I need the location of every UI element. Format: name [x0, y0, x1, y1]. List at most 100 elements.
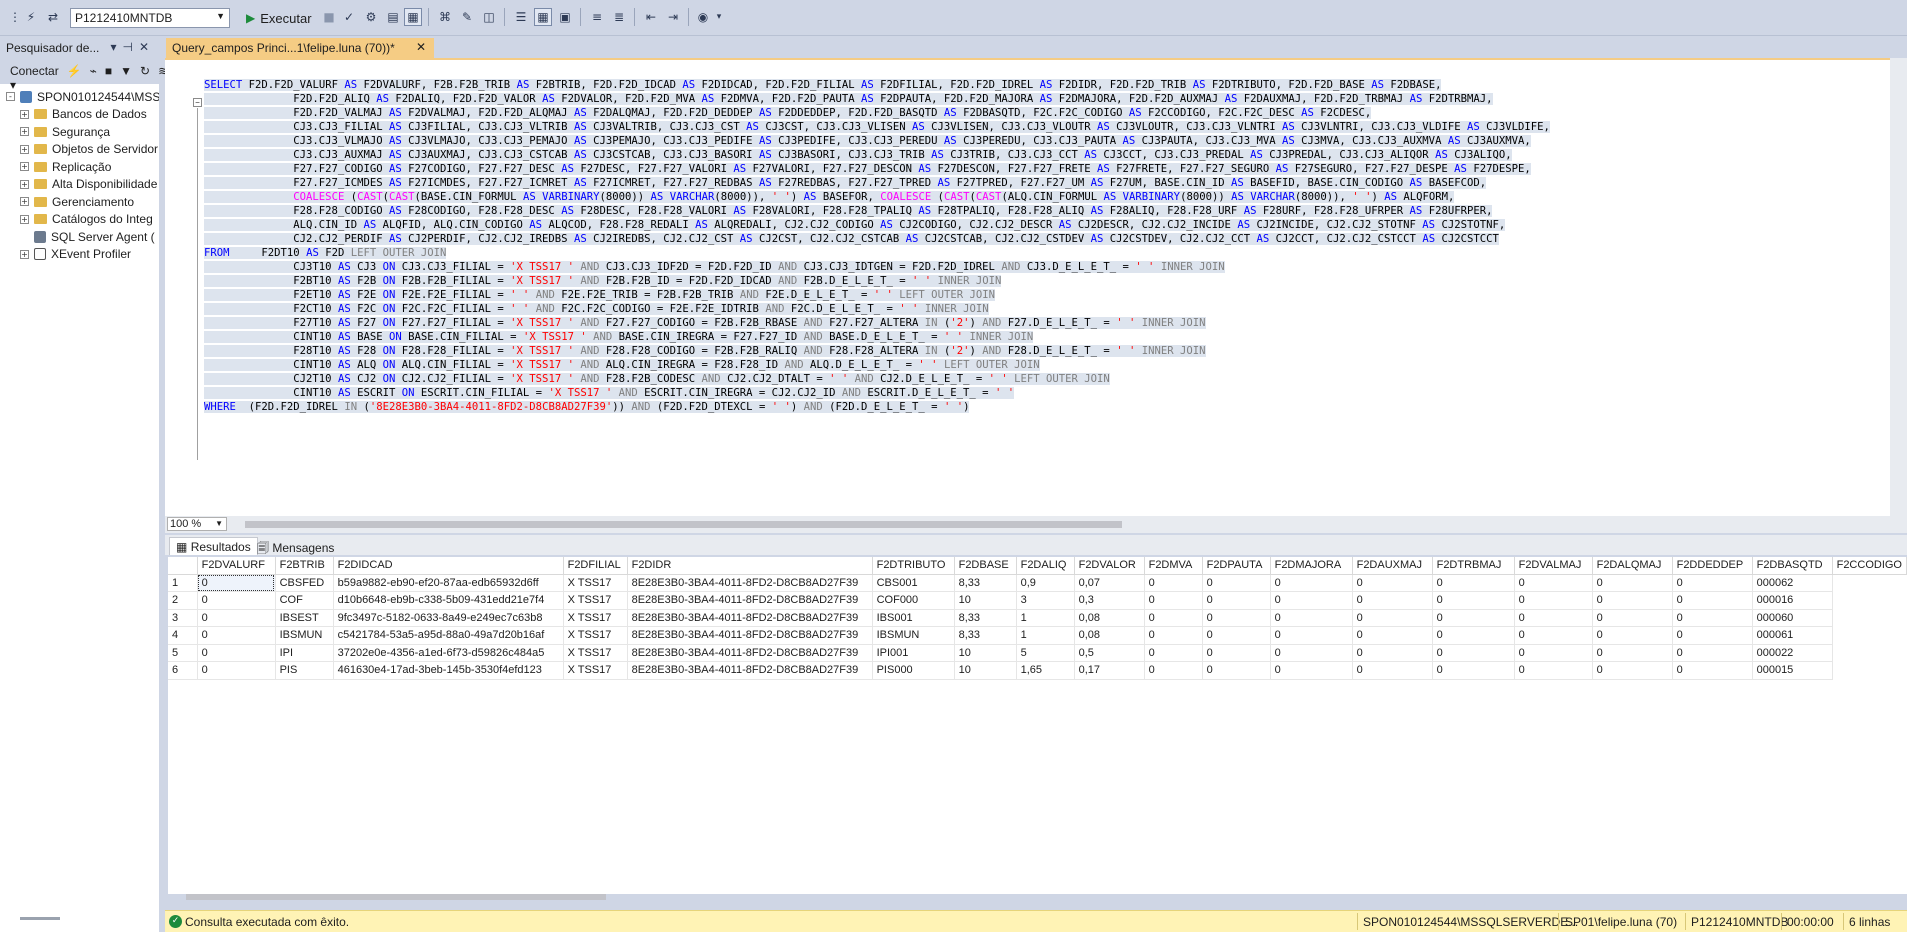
- connect-icon[interactable]: ⚡: [22, 8, 40, 26]
- expand-icon[interactable]: +: [20, 197, 29, 207]
- table-cell[interactable]: 0: [1432, 591, 1515, 610]
- disconnect-icon[interactable]: ⌁: [90, 64, 97, 80]
- query-options-icon[interactable]: ⌘: [436, 8, 454, 26]
- connect-dropdown-button[interactable]: Conectar ▾: [10, 64, 59, 92]
- table-cell[interactable]: 0,08: [1074, 626, 1145, 645]
- tab-messages[interactable]: 🗐 Mensagens: [251, 537, 340, 555]
- table-cell[interactable]: 0: [1432, 626, 1515, 645]
- table-cell[interactable]: 000060: [1752, 609, 1833, 627]
- table-cell[interactable]: 10: [954, 644, 1017, 662]
- code-line[interactable]: CJ2.CJ2_PERDIF AS CJ2PERDIF, CJ2.CJ2_IRE…: [204, 232, 1499, 246]
- table-cell[interactable]: 0: [1144, 574, 1203, 592]
- expand-icon[interactable]: +: [20, 214, 29, 224]
- table-row[interactable]: 6 0 PIS 461630e4-17ad-3beb-145b-3530f4efd12…: [168, 661, 1907, 680]
- table-cell[interactable]: 0: [1672, 609, 1753, 627]
- tree-node[interactable]: + XEvent Profiler: [6, 246, 159, 264]
- code-line[interactable]: F2BT10 AS F2B ON F2B.F2B_FILIAL = 'X TSS…: [204, 274, 1002, 288]
- table-cell[interactable]: 37202e0e-4356-a1ed-6f73-d59826c484a5: [333, 644, 564, 662]
- table-cell[interactable]: 0: [1592, 574, 1673, 592]
- table-cell[interactable]: d10b6648-eb9b-c338-5b09-431edd21e7f4: [333, 591, 564, 610]
- table-cell[interactable]: IBSMUN: [275, 626, 334, 645]
- table-cell[interactable]: 0: [1592, 644, 1673, 662]
- code-line[interactable]: CINT10 AS ALQ ON ALQ.CIN_FILIAL = 'X TSS…: [204, 358, 1040, 372]
- column-header[interactable]: F2BTRIB: [275, 557, 334, 575]
- table-cell[interactable]: 0: [1432, 609, 1515, 627]
- code-line[interactable]: WHERE (F2D.F2D_IDREL IN ('8E28E3B0-3BA4-…: [204, 400, 970, 414]
- row-number[interactable]: 3: [168, 609, 198, 627]
- table-cell[interactable]: 000022: [1752, 644, 1833, 662]
- expand-icon[interactable]: +: [20, 144, 29, 154]
- close-icon[interactable]: ✕: [139, 40, 155, 54]
- tab-query[interactable]: Query_campos Princi...1\felipe.luna (70)…: [166, 38, 434, 58]
- column-header[interactable]: F2DIDR: [627, 557, 873, 575]
- table-cell[interactable]: X TSS17: [563, 626, 628, 645]
- table-cell[interactable]: 0: [1270, 644, 1353, 662]
- table-cell[interactable]: 0: [197, 609, 276, 627]
- table-cell[interactable]: 8,33: [954, 574, 1017, 592]
- debug-icon[interactable]: ⚙: [362, 8, 380, 26]
- table-cell[interactable]: CBSFED: [275, 574, 334, 592]
- table-cell[interactable]: 000062: [1752, 574, 1833, 592]
- collapse-icon[interactable]: -: [6, 92, 15, 102]
- expand-icon[interactable]: +: [20, 162, 29, 172]
- table-cell[interactable]: 0: [1672, 591, 1753, 610]
- table-cell[interactable]: 0,5: [1074, 644, 1145, 662]
- table-cell[interactable]: 0: [1270, 574, 1353, 592]
- table-cell[interactable]: COF000: [872, 591, 955, 610]
- table-cell[interactable]: 0: [1672, 661, 1753, 680]
- code-line[interactable]: F28.F28_CODIGO AS F28CODIGO, F28.F28_DES…: [204, 204, 1493, 218]
- table-cell[interactable]: PIS: [275, 661, 334, 680]
- table-cell[interactable]: 0: [1672, 644, 1753, 662]
- column-header[interactable]: F2DVALMAJ: [1514, 557, 1593, 575]
- column-header[interactable]: F2DALQMAJ: [1592, 557, 1673, 575]
- zoom-select[interactable]: 100 % ▼: [167, 517, 227, 531]
- results-to-grid-icon[interactable]: ▦: [534, 8, 552, 26]
- table-cell[interactable]: 8E28E3B0-3BA4-4011-8FD2-D8CB8AD27F39: [627, 626, 873, 645]
- table-cell[interactable]: 0: [1352, 591, 1433, 610]
- row-number[interactable]: 4: [168, 626, 198, 645]
- change-connection-icon[interactable]: ⇄: [44, 8, 62, 26]
- table-cell[interactable]: 8E28E3B0-3BA4-4011-8FD2-D8CB8AD27F39: [627, 591, 873, 610]
- table-cell[interactable]: 0: [1202, 609, 1271, 627]
- intellisense-icon[interactable]: ✎: [458, 8, 476, 26]
- table-cell[interactable]: 0: [197, 644, 276, 662]
- column-header[interactable]: F2DIDCAD: [333, 557, 564, 575]
- table-cell[interactable]: IPI001: [872, 644, 955, 662]
- results-grid-icon[interactable]: ▦: [404, 8, 422, 26]
- table-cell[interactable]: 0: [1672, 626, 1753, 645]
- code-line[interactable]: CJ3T10 AS CJ3 ON CJ3.CJ3_FILIAL = 'X TSS…: [204, 260, 1225, 274]
- column-header[interactable]: F2DPAUTA: [1202, 557, 1271, 575]
- table-cell[interactable]: COF: [275, 591, 334, 610]
- code-line[interactable]: F2CT10 AS F2C ON F2C.F2C_FILIAL = ' ' AN…: [204, 302, 989, 316]
- comment-icon[interactable]: ≡: [588, 8, 606, 26]
- column-header[interactable]: F2DMAJORA: [1270, 557, 1353, 575]
- tree-node[interactable]: + Segurança: [6, 123, 159, 141]
- tree-node[interactable]: + Catálogos do Integ: [6, 211, 159, 229]
- table-cell[interactable]: 3: [1016, 591, 1075, 610]
- table-cell[interactable]: X TSS17: [563, 644, 628, 662]
- table-cell[interactable]: 0,3: [1074, 591, 1145, 610]
- column-header[interactable]: F2DMVA: [1144, 557, 1203, 575]
- tree-node[interactable]: - SPON010124544\MSS: [6, 88, 159, 106]
- code-line[interactable]: FROM F2DT10 AS F2D LEFT OUTER JOIN: [204, 246, 447, 260]
- table-cell[interactable]: 0: [197, 626, 276, 645]
- table-cell[interactable]: X TSS17: [563, 609, 628, 627]
- table-cell[interactable]: 8E28E3B0-3BA4-4011-8FD2-D8CB8AD27F39: [627, 644, 873, 662]
- table-cell[interactable]: 0: [1514, 644, 1593, 662]
- table-cell[interactable]: 0: [1352, 574, 1433, 592]
- expand-icon[interactable]: +: [20, 249, 29, 259]
- table-cell[interactable]: 8,33: [954, 609, 1017, 627]
- table-cell[interactable]: 0: [1352, 644, 1433, 662]
- table-cell[interactable]: 0: [1592, 591, 1673, 610]
- table-cell[interactable]: 0: [1202, 591, 1271, 610]
- tree-node[interactable]: + Gerenciamento: [6, 193, 159, 211]
- table-cell[interactable]: 0: [197, 591, 276, 610]
- code-line[interactable]: F27T10 AS F27 ON F27.F27_FILIAL = 'X TSS…: [204, 316, 1206, 330]
- table-cell[interactable]: IBSMUN: [872, 626, 955, 645]
- table-cell[interactable]: 1: [1016, 626, 1075, 645]
- connect-server-icon[interactable]: ⚡: [67, 64, 82, 80]
- table-cell[interactable]: 8E28E3B0-3BA4-4011-8FD2-D8CB8AD27F39: [627, 661, 873, 680]
- table-cell[interactable]: 1,65: [1016, 661, 1075, 680]
- code-line[interactable]: COALESCE (CAST(CAST(BASE.CIN_FORMUL AS V…: [204, 190, 1455, 204]
- table-cell[interactable]: IBSEST: [275, 609, 334, 627]
